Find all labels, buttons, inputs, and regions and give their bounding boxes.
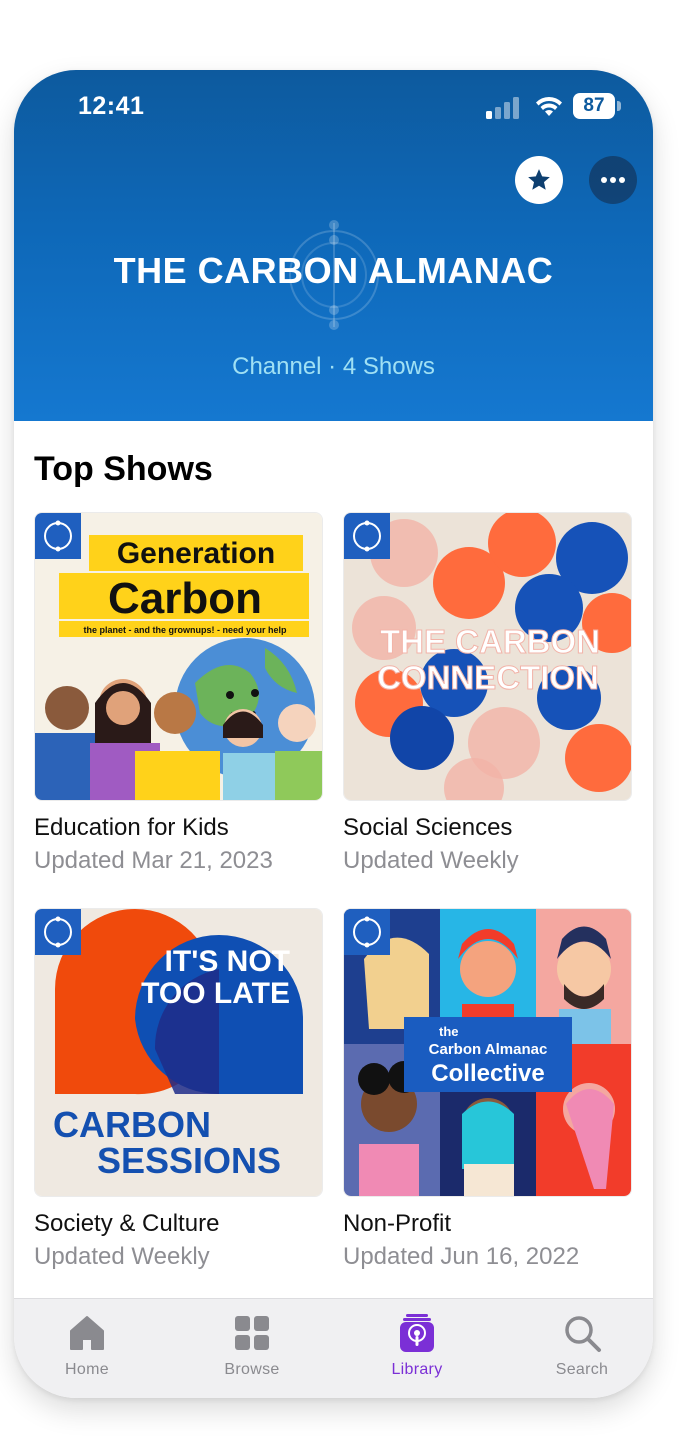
status-bar: 12:41 87 (14, 70, 653, 142)
show-card-carbon-sessions[interactable]: IT'S NOT TOO LATE CARBON SESSIONS Societ… (34, 908, 323, 1271)
phone-screen: 12:41 87 THE CARBON ALMANAC Channel · 4 … (14, 70, 653, 1398)
tab-home[interactable]: Home (27, 1299, 147, 1398)
show-genre: Social Sciences (343, 814, 513, 841)
home-icon (70, 1316, 104, 1350)
show-card-generation-carbon[interactable]: Generation Carbon the planet - and the g… (34, 512, 323, 875)
artwork-title-line2: CONNECTION (377, 659, 599, 696)
show-genre: Society & Culture (34, 1210, 220, 1237)
show-artwork[interactable]: THE CARBON CONNECTION (343, 512, 632, 801)
artwork-title-line4: SESSIONS (97, 1140, 281, 1181)
podcasts-icon (400, 1314, 434, 1352)
artwork-title-line2: TOO LATE (141, 977, 290, 1010)
artwork-title-line3: CARBON (53, 1104, 211, 1145)
tab-label: Library (391, 1361, 443, 1378)
more-options-button[interactable] (589, 156, 637, 204)
show-updated: Updated Weekly (343, 847, 519, 874)
grid-icon (235, 1316, 269, 1350)
show-artwork[interactable]: the Carbon Almanac Collective (343, 908, 632, 1197)
tab-label: Browse (224, 1361, 280, 1378)
ellipsis-icon (601, 177, 625, 183)
artwork-title-line1: the (439, 1024, 459, 1039)
show-updated: Updated Mar 21, 2023 (34, 847, 273, 874)
status-time: 12:41 (78, 92, 145, 120)
show-artwork[interactable]: IT'S NOT TOO LATE CARBON SESSIONS (34, 908, 323, 1197)
cellular-signal-icon (486, 97, 519, 119)
artwork-title-line2: Carbon Almanac (429, 1041, 548, 1058)
section-title-top-shows: Top Shows (34, 450, 213, 488)
show-genre: Education for Kids (34, 814, 229, 841)
show-card-carbon-connection[interactable]: THE CARBON CONNECTION Social Sciences Up… (343, 512, 632, 875)
tab-browse[interactable]: Browse (192, 1299, 312, 1398)
tab-label: Search (555, 1361, 609, 1378)
artwork-tagline: the planet - and the grownups! - need yo… (83, 625, 287, 635)
wifi-icon (536, 96, 562, 116)
show-card-carbon-almanac-collective[interactable]: the Carbon Almanac Collective Non-Profit… (343, 908, 632, 1271)
artwork-title-line1: THE CARBON (380, 623, 600, 660)
channel-title: THE CARBON ALMANAC (113, 250, 554, 291)
show-artwork[interactable]: Generation Carbon the planet - and the g… (34, 512, 323, 801)
artwork-title-line1: Generation (117, 537, 275, 570)
artwork-title-line2: Carbon (108, 574, 262, 623)
tab-search[interactable]: Search (522, 1299, 642, 1398)
tab-library[interactable]: Library (357, 1299, 477, 1398)
show-genre: Non-Profit (343, 1210, 452, 1237)
favorite-button[interactable] (515, 156, 563, 204)
artwork-title-line1: IT'S NOT (165, 945, 290, 978)
artwork-title-line3: Collective (431, 1060, 544, 1087)
channel-subtitle: Channel · 4 Shows (232, 353, 435, 380)
battery-level: 87 (573, 93, 615, 119)
show-updated: Updated Weekly (34, 1243, 210, 1270)
tab-bar: Home Browse Library Search (14, 1298, 653, 1398)
tab-label: Home (65, 1361, 109, 1378)
star-icon (528, 169, 550, 190)
battery-icon: 87 (573, 93, 621, 119)
search-icon (565, 1316, 601, 1352)
channel-header: 12:41 87 THE CARBON ALMANAC Channel · 4 … (14, 70, 653, 421)
show-updated: Updated Jun 16, 2022 (343, 1243, 580, 1270)
